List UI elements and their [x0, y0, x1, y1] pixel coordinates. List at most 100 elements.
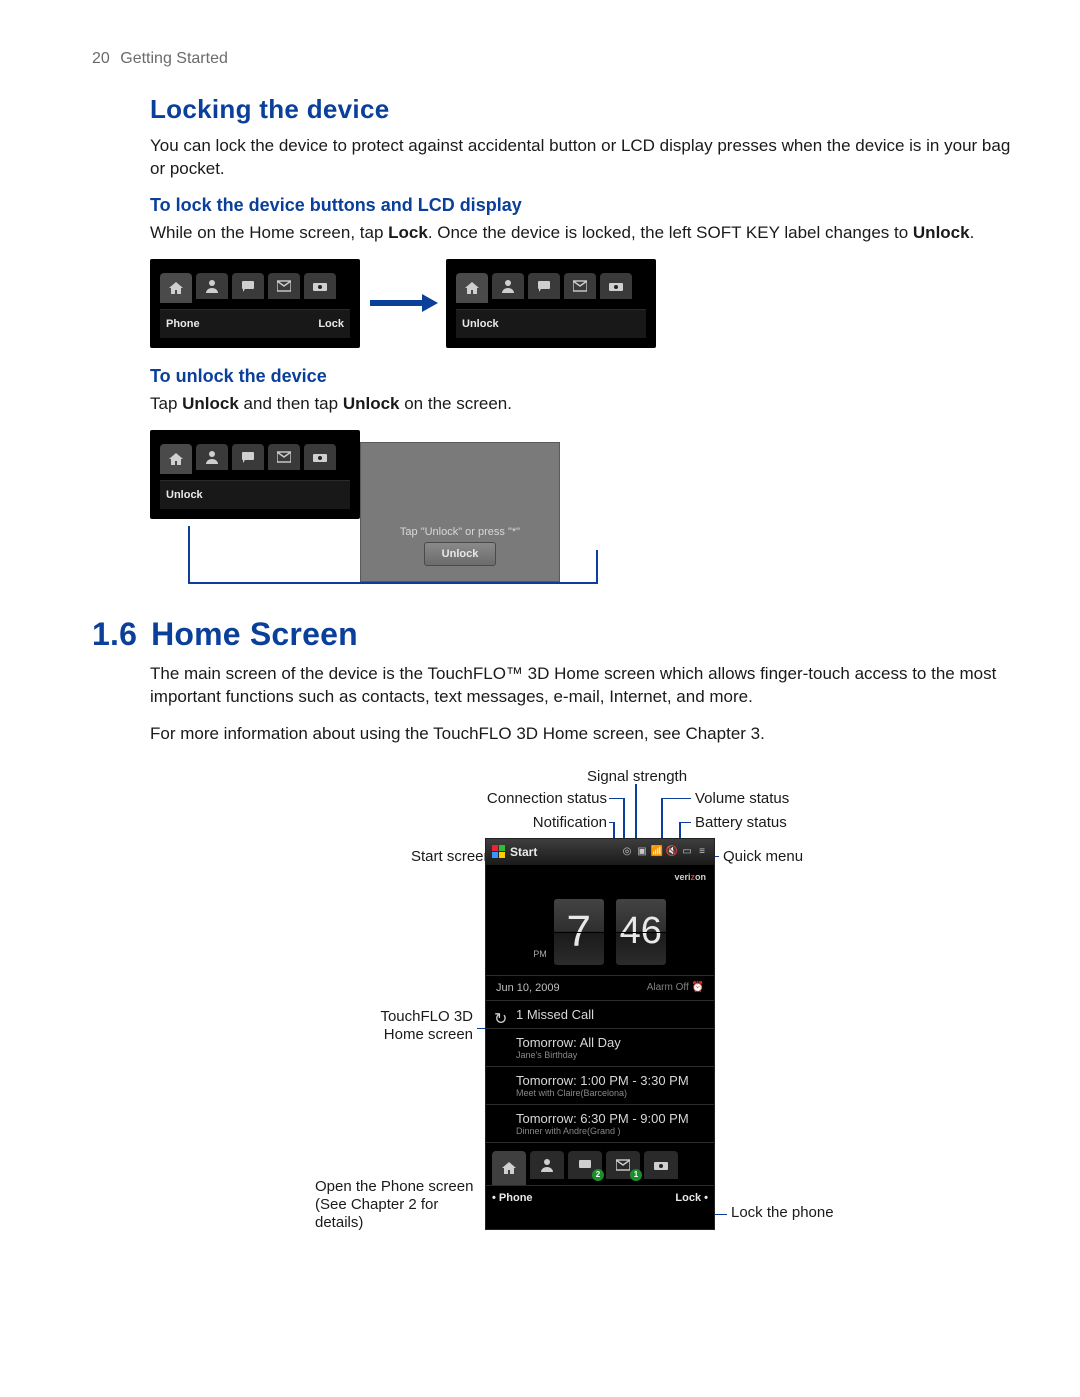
- camera-icon: [644, 1151, 678, 1179]
- home-p1: The main screen of the device is the Tou…: [150, 663, 1020, 709]
- connector-line: [188, 526, 190, 584]
- home-screen-diagram: Signal strength Connection status Volume…: [195, 768, 975, 1298]
- sms-icon: [232, 444, 264, 470]
- screenshot-after-lock: Unlock: [446, 259, 656, 348]
- callout-signal: Signal strength: [587, 768, 687, 785]
- connection-icon: ▣: [636, 846, 648, 858]
- heading-home-screen: 1.6Home Screen: [92, 616, 1020, 653]
- callout-start: Start screen: [411, 848, 491, 865]
- softkey-bar: Unlock: [456, 309, 646, 338]
- row-subtitle: Jane's Birthday: [516, 1050, 704, 1060]
- leader-line: [679, 822, 691, 824]
- callout-volume: Volume status: [695, 790, 789, 807]
- lock-instruction: While on the Home screen, tap Lock. Once…: [150, 222, 1020, 245]
- person-icon: [492, 273, 524, 299]
- bold-unlock: Unlock: [182, 394, 239, 413]
- bold-unlock: Unlock: [343, 394, 400, 413]
- missed-call-icon: ↻: [494, 1009, 508, 1023]
- connector-line: [188, 582, 598, 584]
- row-subtitle: Meet with Claire(Barcelona): [516, 1088, 704, 1098]
- mail-icon: [564, 273, 596, 299]
- sms-badge: 2: [592, 1169, 604, 1181]
- text: Open the Phone screen (See Chapter 2 for…: [315, 1178, 473, 1231]
- softkey-lock: Lock: [318, 318, 344, 330]
- mail-icon: [268, 273, 300, 299]
- section-number: 1.6: [92, 616, 137, 652]
- callout-battery: Battery status: [695, 814, 787, 831]
- unlock-instruction: Tap Unlock and then tap Unlock on the sc…: [150, 393, 1020, 416]
- mail-icon: 1: [606, 1151, 640, 1179]
- mail-icon: [268, 444, 300, 470]
- text: Lock: [675, 1192, 701, 1204]
- bold-lock: Lock: [388, 223, 428, 242]
- home-icon: [492, 1151, 526, 1185]
- phone-screenshot: Start ◎ ▣ 📶 🔇 ▭ ≡ verizon PM: [485, 838, 715, 1230]
- home-p2: For more information about using the Tou…: [150, 723, 1020, 746]
- softkey-unlock: Unlock: [462, 318, 499, 330]
- home-icon: [160, 444, 192, 474]
- callout-open-phone: Open the Phone screen (See Chapter 2 for…: [315, 1178, 485, 1232]
- clock-hour: 7: [553, 898, 605, 966]
- row-title: Tomorrow: 6:30 PM - 9:00 PM: [516, 1111, 704, 1126]
- locking-intro: You can lock the device to protect again…: [150, 135, 1020, 181]
- heading-locking: Locking the device: [150, 94, 1020, 125]
- text: While on the Home screen, tap: [150, 223, 388, 242]
- date-label: Jun 10, 2009: [496, 982, 560, 994]
- arrow-right-icon: [368, 292, 438, 314]
- windows-flag-icon: [492, 845, 506, 859]
- row-title: 1 Missed Call: [516, 1007, 704, 1022]
- lockscreen-unlock-button: Unlock: [424, 542, 496, 566]
- text: .: [970, 223, 975, 242]
- screenshot-taskbar-unlock: Unlock: [150, 430, 360, 519]
- softkey-phone: Phone: [166, 318, 200, 330]
- sms-icon: [528, 273, 560, 299]
- callout-notification: Notification: [495, 814, 607, 831]
- home-icon: [456, 273, 488, 303]
- title-bar: Start ◎ ▣ 📶 🔇 ▭ ≡: [486, 839, 714, 865]
- callout-connection: Connection status: [467, 790, 607, 807]
- notification-icon: ◎: [621, 846, 633, 858]
- unlock-screenshots: Unlock Tap "Unlock" or press "*" Unlock: [150, 430, 560, 590]
- softkey-bar: • Phone Lock •: [486, 1185, 714, 1210]
- sms-icon: [232, 273, 264, 299]
- softkey-lock: Lock •: [675, 1192, 708, 1204]
- text: Phone: [499, 1192, 533, 1204]
- home-icon: [160, 273, 192, 303]
- connector-line: [596, 550, 598, 584]
- text: on the screen.: [400, 394, 512, 413]
- list-item: Tomorrow: 6:30 PM - 9:00 PM Dinner with …: [486, 1105, 714, 1143]
- row-title: Tomorrow: All Day: [516, 1035, 704, 1050]
- lock-screenshots: Phone Lock Unlock: [150, 259, 1020, 348]
- alarm-label: Alarm Off ⏰: [647, 982, 704, 993]
- row-title: Tomorrow: 1:00 PM - 3:30 PM: [516, 1073, 704, 1088]
- row-subtitle: Dinner with Andre(Grand ): [516, 1126, 704, 1136]
- page-number: 20: [92, 50, 110, 67]
- carrier-label: verizon: [674, 872, 706, 882]
- text: on: [695, 872, 706, 882]
- leader-line: [635, 784, 637, 846]
- chapter-name: Getting Started: [120, 50, 228, 67]
- clock-minute: 46: [615, 898, 667, 966]
- callout-quickmenu: Quick menu: [723, 848, 803, 865]
- date-row: Jun 10, 2009 Alarm Off ⏰: [486, 975, 714, 1001]
- mail-badge: 1: [630, 1169, 642, 1181]
- person-icon: [530, 1151, 564, 1179]
- camera-icon: [304, 444, 336, 470]
- person-icon: [196, 444, 228, 470]
- document-page: 20 Getting Started Locking the device Yo…: [0, 0, 1080, 1397]
- start-label: Start: [510, 845, 537, 859]
- text: Tap: [150, 394, 182, 413]
- running-header: 20 Getting Started: [92, 50, 1020, 68]
- text: . Once the device is locked, the left SO…: [428, 223, 913, 242]
- list-item: Tomorrow: 1:00 PM - 3:30 PM Meet with Cl…: [486, 1067, 714, 1105]
- tab-strip: [160, 273, 350, 303]
- lockscreen-hint: Tap "Unlock" or press "*": [360, 526, 560, 538]
- softkey-bar: Phone Lock: [160, 309, 350, 338]
- tab-strip: [456, 273, 646, 303]
- person-icon: [196, 273, 228, 299]
- screenshot-lockscreen: Tap "Unlock" or press "*" Unlock: [360, 442, 560, 582]
- screenshot-before-lock: Phone Lock: [150, 259, 360, 348]
- softkey-phone: • Phone: [492, 1192, 533, 1204]
- status-tray: ◎ ▣ 📶 🔇 ▭ ≡: [621, 846, 708, 858]
- list-item: ↻ 1 Missed Call: [486, 1001, 714, 1029]
